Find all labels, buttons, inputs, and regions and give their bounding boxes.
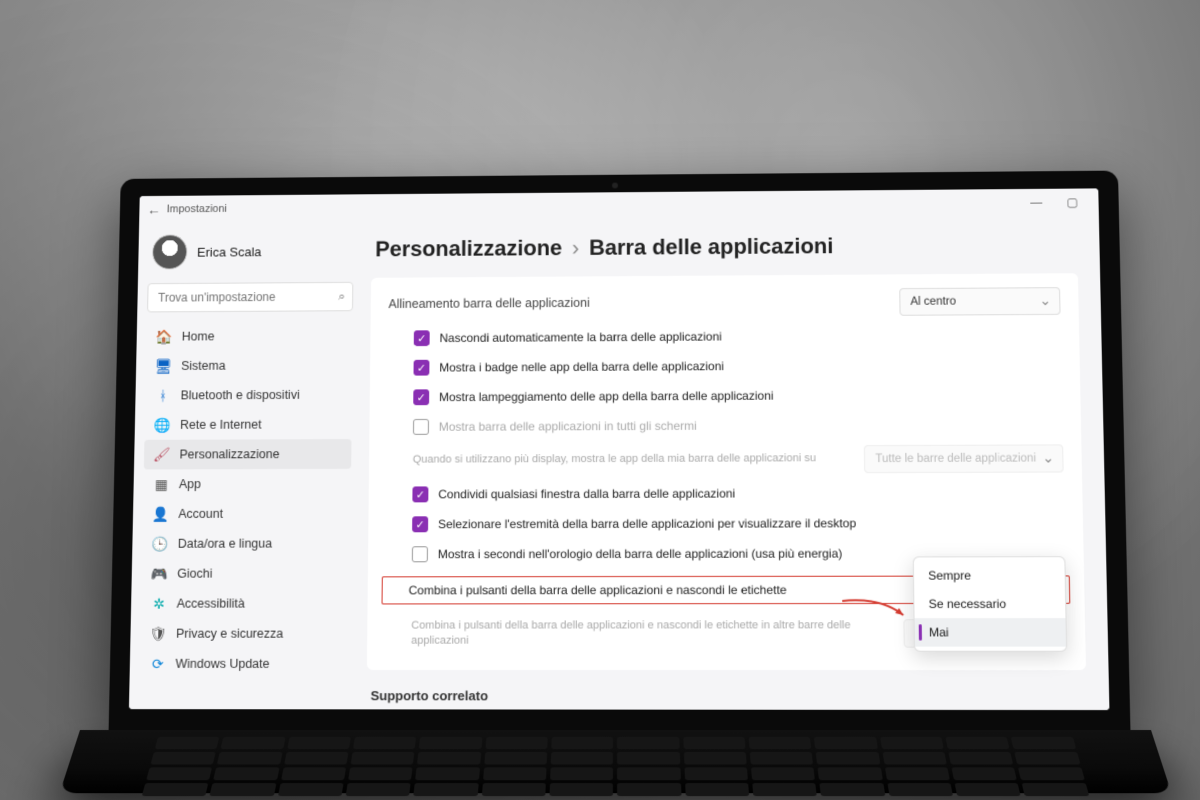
sidebar-item-data-ora-e-lingua[interactable]: 🕒 Data/ora e lingua [142, 528, 351, 558]
alignment-select[interactable]: Al centro [899, 287, 1060, 316]
share-window-label: Condividi qualsiasi finestra dalla barra… [438, 486, 1064, 502]
sidebar-item-sistema[interactable]: 🖥 Sistema [146, 350, 353, 380]
dropdown-option-se-necessario[interactable]: Se necessario [914, 589, 1065, 618]
autohide-label: Nascondi automaticamente la barra delle … [439, 328, 1061, 345]
nav-list: 🏠 Home 🖥 Sistema ᚼ Bluetooth e dispositivi 🌐 Re… [139, 321, 352, 679]
dropdown-option-mai[interactable]: Mai [915, 618, 1067, 647]
nav-icon: ▦ [153, 476, 169, 492]
flash-label: Mostra lampeggiamento delle app della ba… [439, 387, 1062, 404]
nav-icon: 🖥 [156, 358, 172, 374]
checkbox-far-corner[interactable] [412, 516, 428, 532]
nav-label: Data/ora e lingua [178, 537, 272, 551]
breadcrumb-current: Barra delle applicazioni [589, 234, 833, 261]
camera-dot [612, 183, 618, 189]
breadcrumb-parent[interactable]: Personalizzazione [375, 236, 562, 263]
nav-label: Sistema [181, 359, 226, 373]
keyboard-keys [145, 737, 1084, 782]
checkbox-flash[interactable] [413, 389, 429, 405]
nav-label: Home [182, 330, 215, 344]
maximize-button[interactable]: ▢ [1054, 195, 1090, 209]
nav-icon: 🎮 [151, 566, 167, 582]
keyboard-deck [59, 730, 1171, 793]
nav-label: Bluetooth e dispositivi [181, 388, 300, 402]
nav-label: App [179, 477, 201, 491]
nav-label: Privacy e sicurezza [176, 627, 283, 641]
sidebar-item-rete-e-internet[interactable]: 🌐 Rete e Internet [144, 409, 351, 439]
nav-icon: 👤 [153, 506, 169, 522]
multi-display-note: Quando si utilizzano più display, mostra… [387, 449, 865, 470]
user-name: Erica Scala [197, 244, 262, 259]
checkbox-all-displays [413, 419, 429, 435]
laptop-frame: ← Impostazioni — ▢ Erica Scala ⌕ 🏠 Home 🖥 S… [110, 170, 1120, 790]
sidebar-item-app[interactable]: ▦ App [143, 469, 351, 499]
checkbox-share-window[interactable] [412, 486, 428, 502]
search-icon: ⌕ [338, 289, 345, 305]
sidebar-item-giochi[interactable]: 🎮 Giochi [141, 558, 350, 588]
far-corner-label: Selezionare l'estremità della barra dell… [438, 516, 1065, 531]
sidebar-item-privacy-e-sicurezza[interactable]: 🛡 Privacy e sicurezza [140, 619, 349, 649]
app-title: Impostazioni [167, 197, 1019, 215]
nav-label: Personalizzazione [179, 447, 279, 461]
nav-icon: 🖌 [154, 447, 170, 463]
nav-icon: 🌐 [154, 417, 170, 433]
combine-other-note: Combina i pulsanti della barra delle app… [385, 616, 904, 651]
search-input[interactable] [147, 282, 353, 313]
multi-display-select: Tutte le barre delle applicazioni [864, 444, 1064, 473]
sidebar-item-accessibilit-[interactable]: ✲ Accessibilità [141, 588, 350, 618]
breadcrumb: Personalizzazione › Barra delle applicaz… [375, 232, 1077, 262]
settings-panel: Allineamento barra delle applicazioni Al… [367, 273, 1086, 670]
sidebar-item-account[interactable]: 👤 Account [143, 499, 351, 529]
nav-icon: 🕒 [152, 536, 168, 552]
screen: ← Impostazioni — ▢ Erica Scala ⌕ 🏠 Home 🖥 S… [129, 188, 1110, 710]
nav-label: Rete e Internet [180, 418, 262, 432]
checkbox-badges[interactable] [414, 360, 430, 376]
combine-dropdown-menu: Sempre Se necessario Mai [913, 556, 1067, 652]
nav-label: Accessibilità [177, 597, 245, 611]
nav-icon: 🏠 [156, 329, 172, 345]
checkbox-autohide[interactable] [414, 330, 430, 346]
nav-icon: 🛡 [150, 626, 166, 642]
nav-icon: ᚼ [155, 388, 171, 404]
sidebar: Erica Scala ⌕ 🏠 Home 🖥 Sistema ᚼ Bluetooth e … [129, 221, 364, 709]
dropdown-option-sempre[interactable]: Sempre [914, 561, 1065, 590]
related-support[interactable]: Supporto correlato [370, 688, 1082, 704]
minimize-button[interactable]: — [1018, 196, 1054, 210]
badges-label: Mostra i badge nelle app della barra del… [439, 358, 1061, 375]
alignment-label: Allineamento barra delle applicazioni [388, 296, 589, 311]
sidebar-item-personalizzazione[interactable]: 🖌 Personalizzazione [144, 439, 352, 469]
avatar [152, 234, 188, 269]
sidebar-item-bluetooth-e-dispositivi[interactable]: ᚼ Bluetooth e dispositivi [145, 380, 352, 410]
sidebar-item-home[interactable]: 🏠 Home [146, 321, 353, 352]
nav-label: Account [178, 507, 223, 521]
main-content: Personalizzazione › Barra delle applicaz… [358, 216, 1109, 710]
all-displays-label: Mostra barra delle applicazioni in tutti… [439, 417, 1063, 433]
back-button[interactable]: ← [147, 202, 161, 218]
user-block[interactable]: Erica Scala [148, 227, 354, 279]
chevron-right-icon: › [572, 235, 579, 260]
nav-label: Giochi [177, 567, 212, 581]
checkbox-show-seconds[interactable] [412, 546, 428, 562]
nav-icon: ⟳ [150, 656, 166, 672]
nav-icon: ✲ [151, 596, 167, 612]
sidebar-item-windows-update[interactable]: ⟳ Windows Update [139, 649, 349, 679]
nav-label: Windows Update [175, 657, 269, 671]
